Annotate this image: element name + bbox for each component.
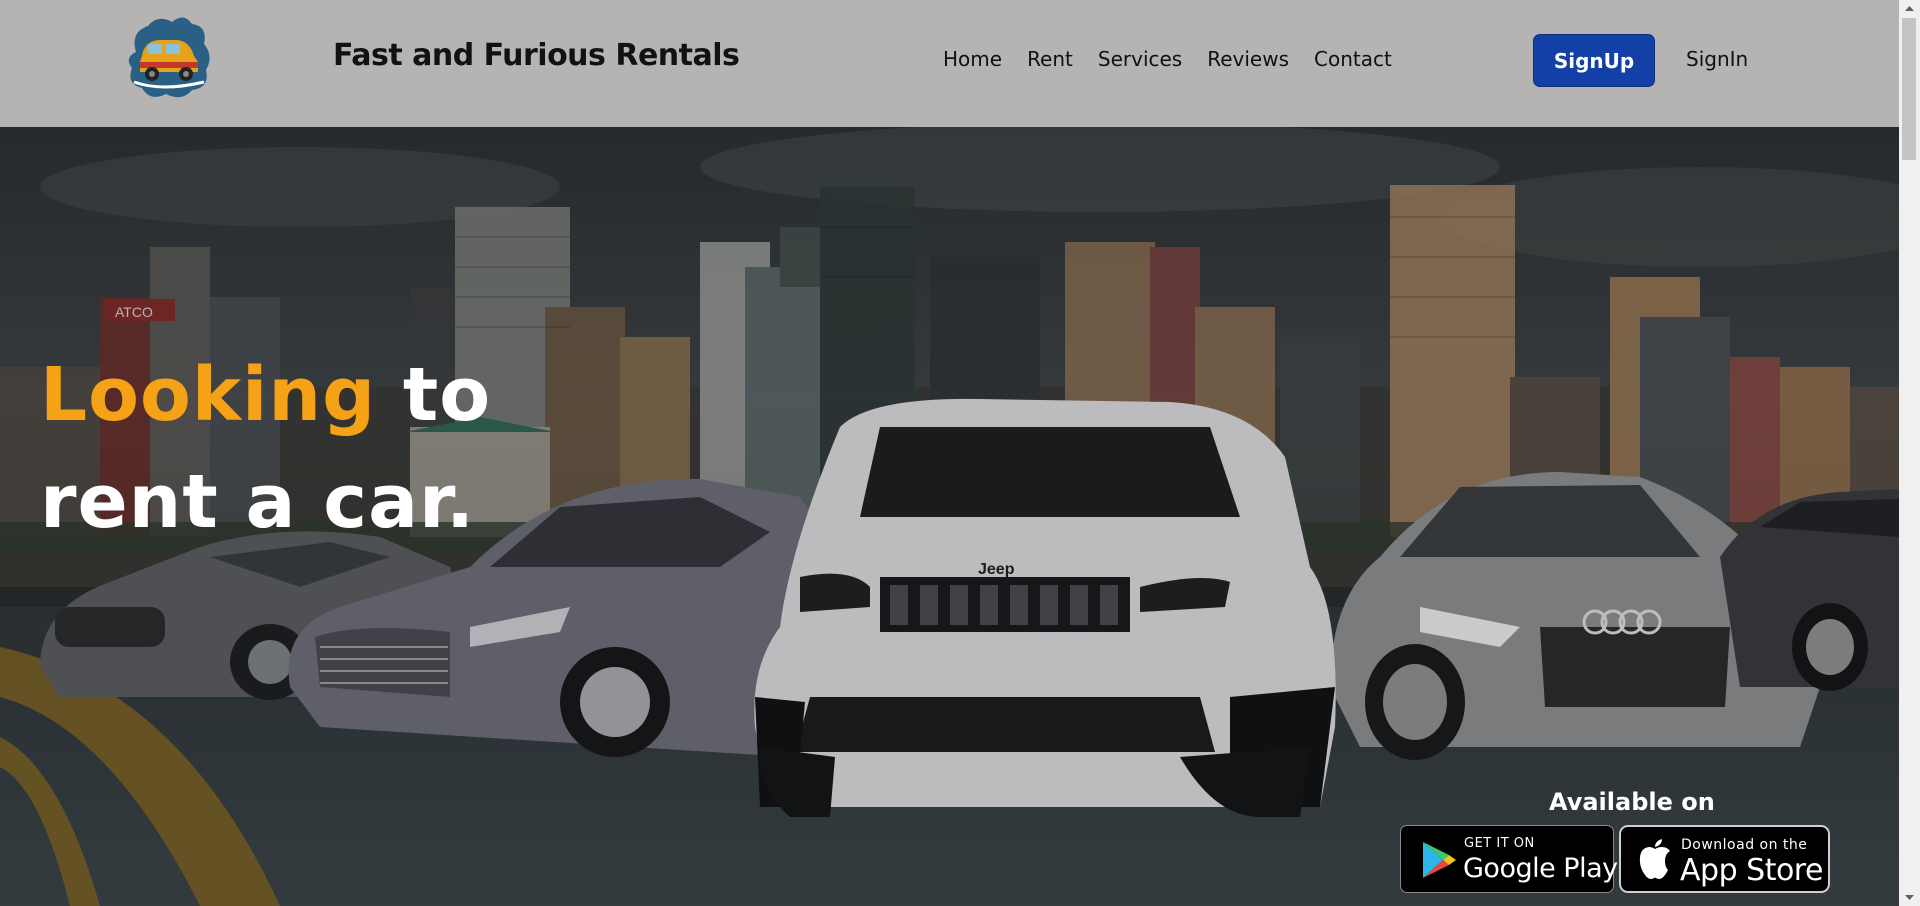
- google-play-big: Google Play: [1463, 853, 1618, 884]
- nav-services[interactable]: Services: [1098, 47, 1182, 71]
- scroll-down-arrow-icon[interactable]: [1899, 889, 1920, 906]
- brand-name: Fast and Furious Rentals: [333, 38, 740, 73]
- headline-line2: rent a car.: [40, 459, 476, 545]
- scroll-thumb[interactable]: [1902, 18, 1916, 160]
- app-store-small: Download on the: [1681, 837, 1808, 853]
- google-play-icon: [1423, 842, 1456, 878]
- site-header: Fast and Furious Rentals Home Rent Servi…: [0, 0, 1899, 127]
- page-scrollbar[interactable]: [1899, 0, 1920, 906]
- logo-car-icon[interactable]: [122, 12, 214, 100]
- available-on-label: Available on: [1549, 788, 1715, 816]
- nav-rent[interactable]: Rent: [1027, 47, 1073, 71]
- nav-reviews[interactable]: Reviews: [1207, 47, 1289, 71]
- hero-section: ATCO Jeep Looking to rent a car. Availab…: [0, 127, 1899, 906]
- headline-rest: to: [376, 352, 492, 438]
- nav-contact[interactable]: Contact: [1314, 47, 1392, 71]
- signup-button[interactable]: SignUp: [1533, 34, 1655, 87]
- app-store-big: App Store: [1680, 853, 1823, 888]
- main-nav: Home Rent Services Reviews Contact: [943, 47, 1417, 71]
- apple-icon: [1639, 839, 1670, 879]
- nav-home[interactable]: Home: [943, 47, 1002, 71]
- scroll-up-arrow-icon[interactable]: [1899, 0, 1920, 17]
- app-store-button[interactable]: Download on the App Store: [1619, 825, 1830, 893]
- google-play-button[interactable]: GET IT ON Google Play: [1400, 825, 1618, 893]
- headline-accent: Looking: [40, 352, 377, 438]
- signin-link[interactable]: SignIn: [1686, 47, 1748, 71]
- hero-headline: Looking to rent a car.: [40, 342, 491, 556]
- google-play-small: GET IT ON: [1464, 836, 1535, 851]
